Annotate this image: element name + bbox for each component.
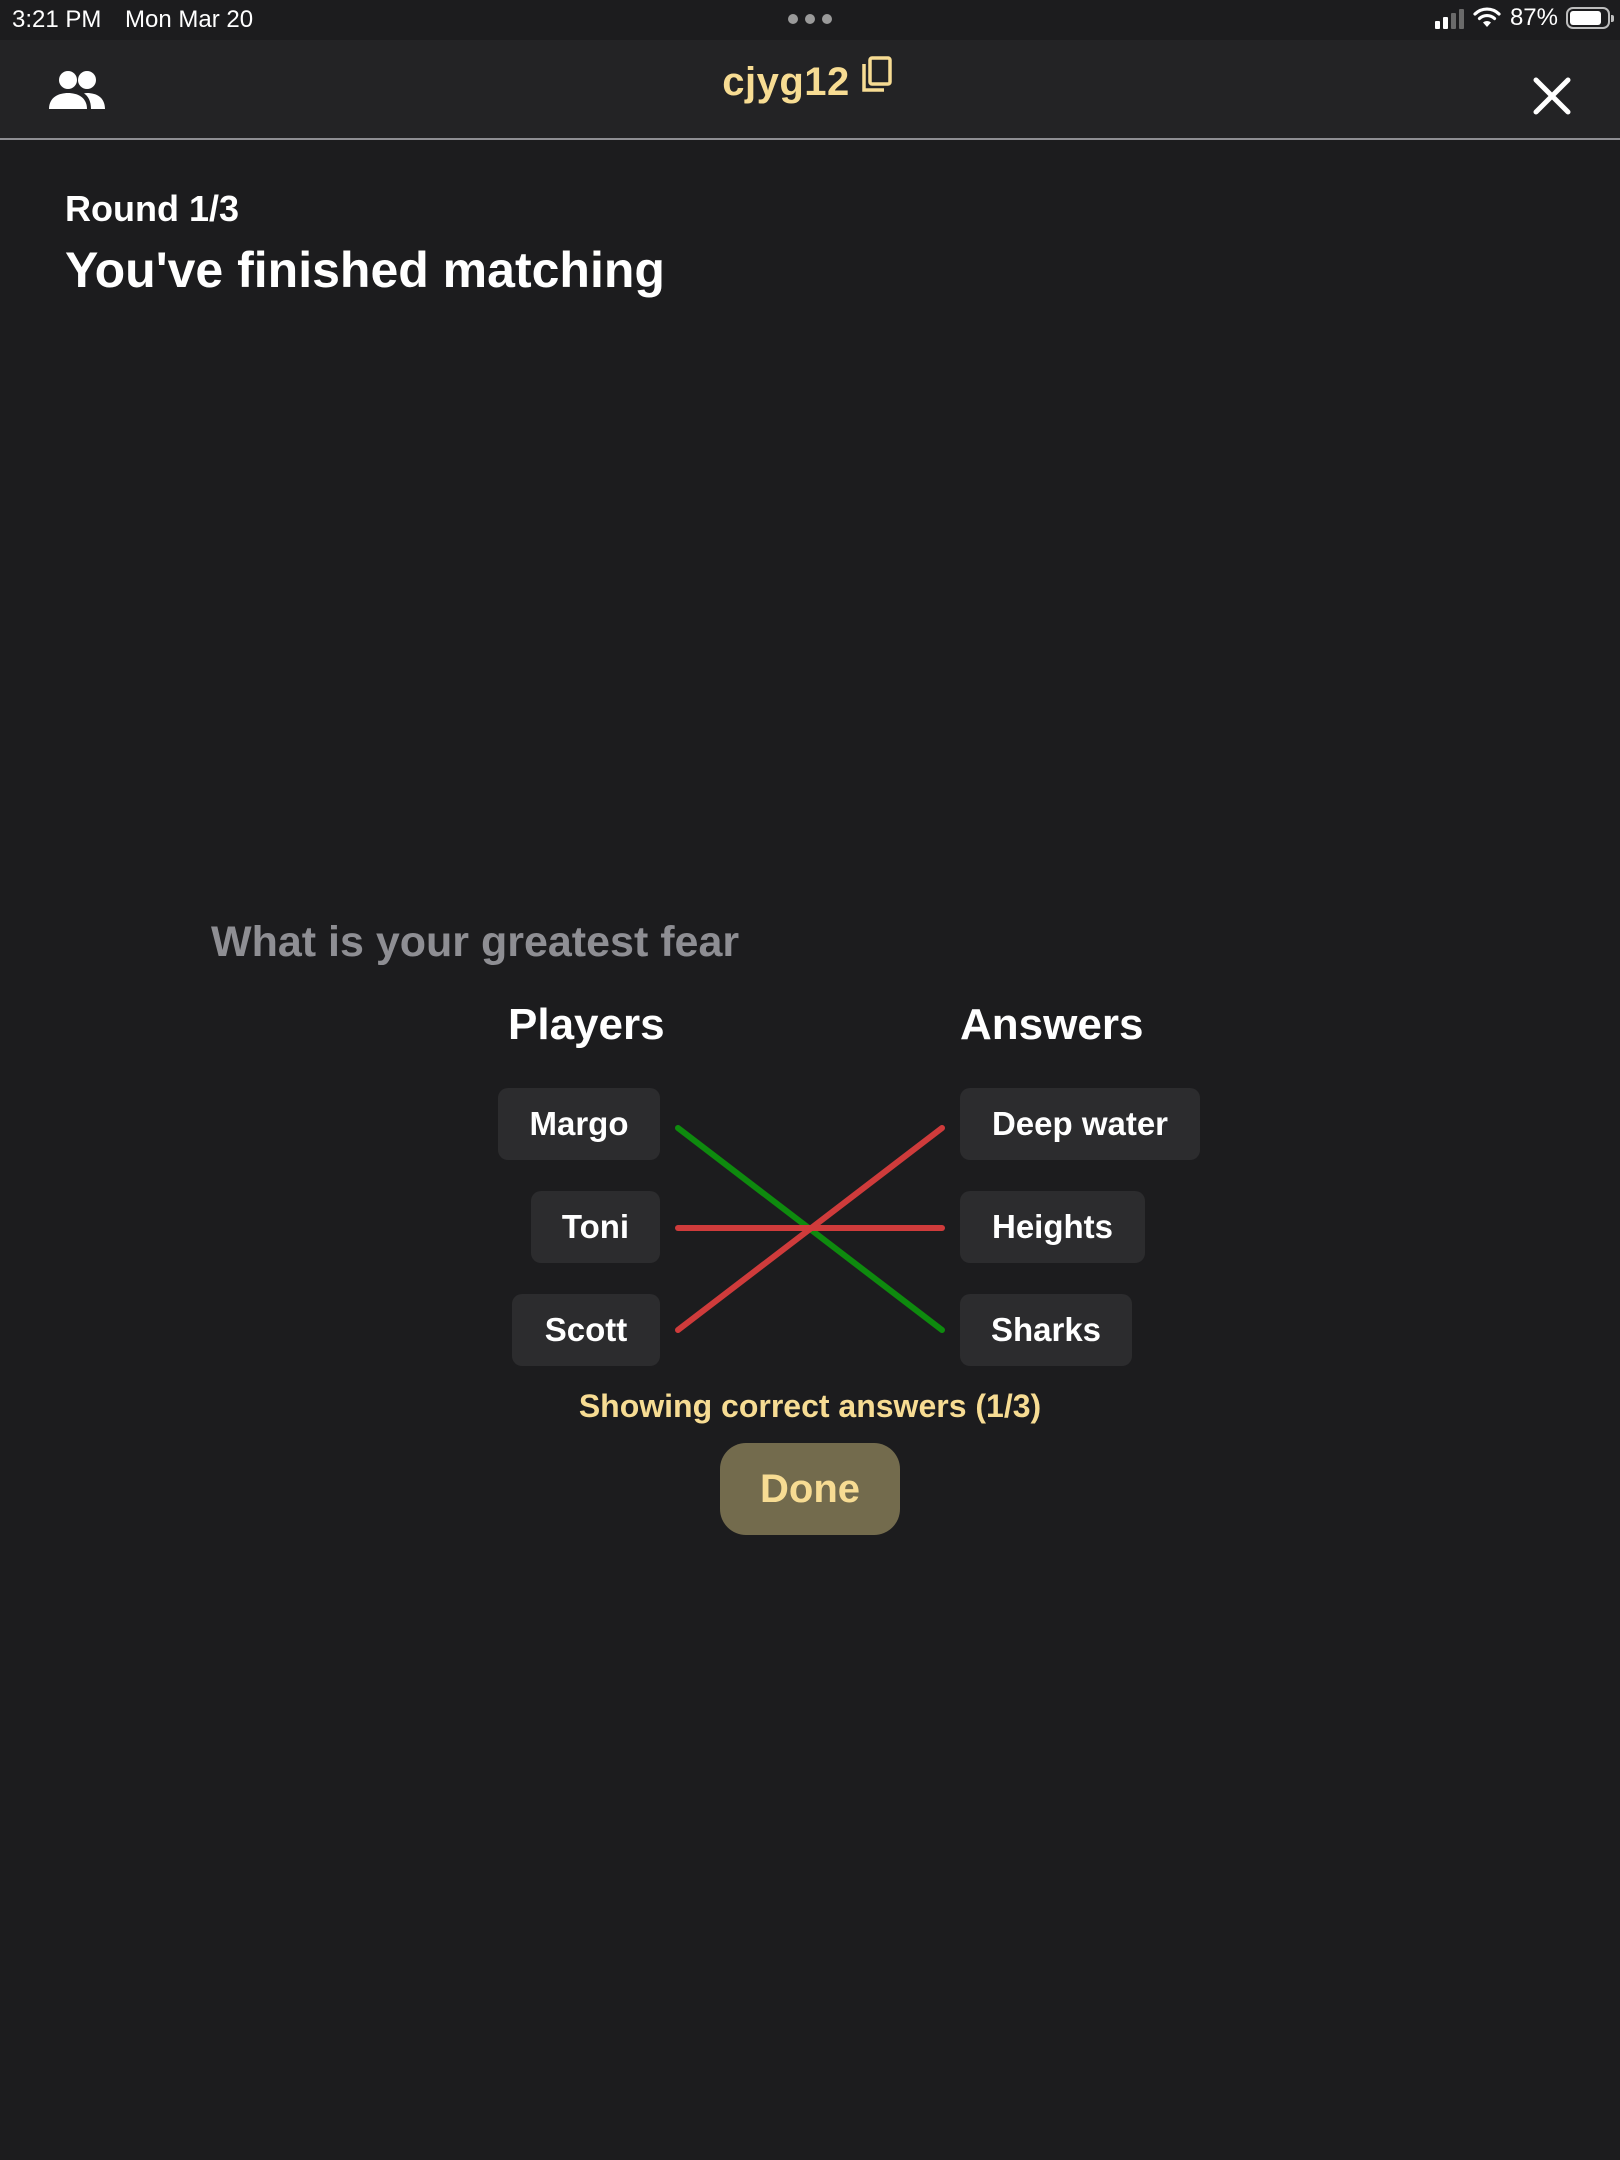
battery-icon (1566, 7, 1614, 29)
room-code-group: cjyg12 (0, 55, 1620, 105)
status-indicators: 87% (1434, 4, 1614, 32)
cellular-signal-icon (1434, 7, 1464, 29)
page-title: You've finished matching (65, 242, 665, 298)
close-button[interactable] (1522, 66, 1582, 126)
answer-chip-sharks[interactable]: Sharks (960, 1294, 1132, 1366)
match-line-margo (675, 1125, 945, 1333)
close-icon (1533, 77, 1571, 115)
screen: 3:21 PM Mon Mar 20 87% cjyg12 Round 1/3 … (0, 0, 1620, 2160)
done-button[interactable]: Done (720, 1443, 900, 1535)
players-column-header: Players (508, 1000, 665, 1049)
status-date: Mon Mar 20 (125, 6, 254, 33)
battery-percentage: 87% (1509, 4, 1558, 31)
battery-fill (1570, 11, 1601, 25)
multitasking-dots-icon[interactable] (788, 14, 832, 24)
room-code: cjyg12 (722, 60, 850, 104)
result-text: Showing correct answers (1/3) (578, 1388, 1042, 1424)
wifi-icon (1473, 7, 1501, 27)
status-bar: 3:21 PM Mon Mar 20 87% (0, 0, 1620, 40)
match-line-scott (675, 1125, 945, 1333)
player-chip-toni[interactable]: Toni (531, 1191, 660, 1263)
answer-chip-deep-water[interactable]: Deep water (960, 1088, 1200, 1160)
player-chip-margo[interactable]: Margo (498, 1088, 660, 1160)
player-chip-scott[interactable]: Scott (512, 1294, 660, 1366)
match-lines (675, 1125, 945, 1333)
answer-chip-heights[interactable]: Heights (960, 1191, 1145, 1263)
status-time: 3:21 PM (12, 6, 102, 33)
round-label: Round 1/3 (65, 188, 240, 229)
answers-column-header: Answers (960, 1000, 1144, 1049)
question-text: What is your greatest fear (211, 918, 740, 966)
nav-bar: cjyg12 (0, 40, 1620, 140)
copy-icon[interactable] (858, 54, 898, 102)
